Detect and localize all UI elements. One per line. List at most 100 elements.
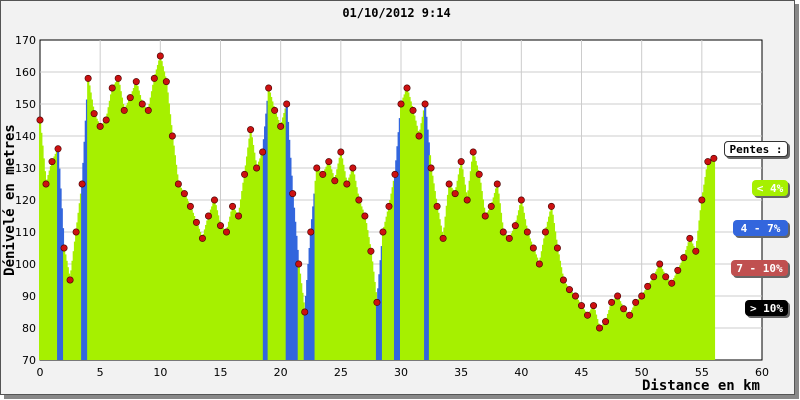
elevation-point <box>523 228 531 236</box>
elevation-point <box>704 158 712 166</box>
elevation-point <box>487 202 495 210</box>
elevation-point <box>553 244 561 252</box>
legend-item-moderate: 4 - 7% <box>733 220 788 236</box>
x-axis-label: Distance en km <box>642 378 760 394</box>
y-tick-label: 100 <box>15 258 36 271</box>
y-tick-label: 140 <box>15 130 36 143</box>
y-tick-label: 90 <box>22 290 36 303</box>
elevation-point <box>571 292 579 300</box>
elevation-point <box>481 212 489 220</box>
elevation-point <box>680 254 688 262</box>
elevation-point <box>596 324 604 332</box>
elevation-point <box>204 212 212 220</box>
elevation-point <box>638 292 646 300</box>
elevation-point <box>301 308 309 316</box>
elevation-point <box>90 110 98 118</box>
elevation-point <box>644 282 652 290</box>
slope-bar <box>712 158 716 360</box>
y-tick-label: 130 <box>15 162 36 175</box>
elevation-point <box>626 311 634 319</box>
legend-item-gentle: < 4% <box>752 180 788 196</box>
elevation-point <box>668 279 676 287</box>
x-tick-label: 15 <box>214 366 228 379</box>
elevation-point <box>493 180 501 188</box>
elevation-point <box>229 202 237 210</box>
elevation-point <box>535 260 543 268</box>
elevation-point <box>289 190 297 198</box>
elevation-point <box>650 273 658 281</box>
elevation-point <box>529 244 537 252</box>
elevation-point <box>475 170 483 178</box>
elevation-point <box>192 218 200 226</box>
elevation-point <box>397 100 405 108</box>
elevation-point <box>247 126 255 134</box>
elevation-point <box>138 100 146 108</box>
elevation-point <box>367 247 375 255</box>
elevation-point <box>698 196 706 204</box>
elevation-point <box>84 74 92 82</box>
elevation-point <box>102 116 110 124</box>
elevation-point <box>674 266 682 274</box>
elevation-point <box>656 260 664 268</box>
elevation-point <box>108 84 116 92</box>
elevation-point <box>499 228 507 236</box>
elevation-point <box>451 190 459 198</box>
y-tick-label: 160 <box>15 66 36 79</box>
legend-title: Pentes : <box>724 141 788 157</box>
elevation-point <box>319 170 327 178</box>
elevation-point <box>259 148 267 156</box>
elevation-point <box>36 116 44 124</box>
elevation-point <box>632 298 640 306</box>
elevation-point <box>54 145 62 153</box>
elevation-point <box>415 132 423 140</box>
elevation-point <box>186 202 194 210</box>
y-tick-label: 120 <box>15 194 36 207</box>
elevation-point <box>180 190 188 198</box>
elevation-point <box>505 234 513 242</box>
elevation-point <box>355 196 363 204</box>
elevation-point <box>331 177 339 185</box>
elevation-point <box>361 212 369 220</box>
elevation-point <box>325 158 333 166</box>
elevation-point <box>295 260 303 268</box>
elevation-point <box>457 158 465 166</box>
x-tick-label: 30 <box>394 366 408 379</box>
x-tick-label: 10 <box>153 366 167 379</box>
elevation-point <box>469 148 477 156</box>
elevation-point <box>662 273 670 281</box>
elevation-point <box>608 298 616 306</box>
elevation-point <box>584 311 592 319</box>
elevation-point <box>126 94 134 102</box>
y-tick-label: 110 <box>15 226 36 239</box>
elevation-point <box>343 180 351 188</box>
elevation-point <box>156 52 164 60</box>
elevation-point <box>565 286 573 294</box>
elevation-point <box>577 302 585 310</box>
x-tick-label: 20 <box>274 366 288 379</box>
elevation-point <box>144 106 152 114</box>
elevation-point <box>66 276 74 284</box>
elevation-point <box>433 202 441 210</box>
elevation-chart: 70 80 90 100 110 120 130 140 150 160 170 0 5 10 15 20 25… <box>2 34 769 394</box>
y-tick-label: 150 <box>15 98 36 111</box>
elevation-point <box>241 170 249 178</box>
elevation-point <box>78 180 86 188</box>
elevation-point <box>168 132 176 140</box>
elevation-point <box>541 228 549 236</box>
elevation-point <box>235 212 243 220</box>
elevation-point <box>120 106 128 114</box>
elevation-point <box>421 100 429 108</box>
elevation-point <box>409 106 417 114</box>
elevation-point <box>590 302 598 310</box>
elevation-point <box>511 222 519 230</box>
elevation-point <box>162 78 170 86</box>
elevation-point <box>72 228 80 236</box>
elevation-point <box>379 228 387 236</box>
elevation-point <box>223 228 231 236</box>
y-tick-label: 70 <box>22 354 36 367</box>
elevation-point <box>373 298 381 306</box>
elevation-point <box>391 170 399 178</box>
elevation-point <box>217 222 225 230</box>
elevation-point <box>150 74 158 82</box>
x-tick-label: 40 <box>514 366 528 379</box>
